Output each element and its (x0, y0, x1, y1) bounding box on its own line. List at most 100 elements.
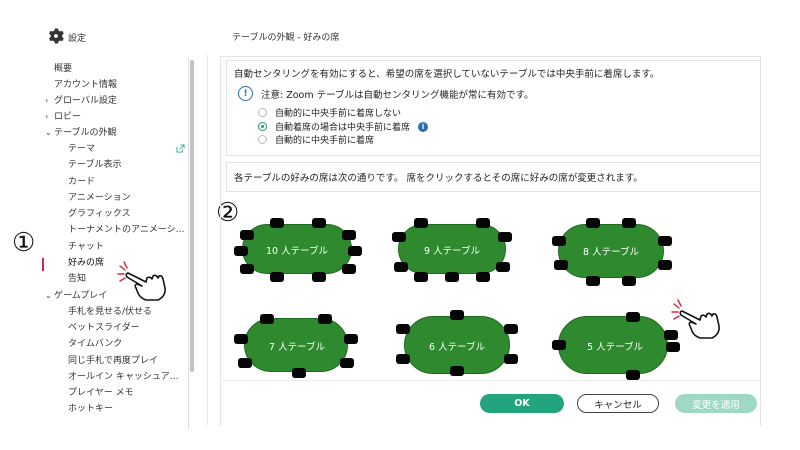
seat[interactable] (394, 262, 408, 272)
sidebar-item[interactable]: オールイン キャッシュア… (68, 371, 179, 383)
sidebar-item[interactable]: アニメーション (68, 192, 131, 204)
radio-label: 自動着席の場合は中央手前に着席 (275, 123, 411, 133)
seat[interactable] (234, 246, 248, 256)
table-label: 10 人テーブル (265, 246, 329, 257)
seat[interactable] (622, 218, 636, 228)
sidebar-item[interactable]: タイムバンク (68, 338, 122, 350)
seat[interactable] (626, 370, 640, 380)
main-scrollbar[interactable] (760, 56, 761, 426)
sidebar-item[interactable]: アカウント情報 (54, 79, 117, 91)
seat[interactable] (504, 354, 518, 364)
chevron-down-icon[interactable]: ⌄ (45, 290, 53, 302)
seat[interactable] (260, 314, 274, 324)
sidebar-item[interactable]: 告知 (68, 273, 86, 285)
sidebar-item[interactable]: テーマ (68, 143, 95, 155)
seat[interactable] (622, 276, 636, 286)
seat[interactable] (240, 264, 254, 274)
notice-text: 注意: Zoom テーブルは自動センタリング機能が常に有効です。 (261, 89, 534, 101)
sidebar-item[interactable]: テーブルの外観 (54, 127, 116, 139)
sidebar-item[interactable]: ロビー (54, 111, 81, 123)
seat[interactable] (270, 218, 284, 228)
seat[interactable] (342, 230, 356, 240)
seat[interactable] (344, 334, 358, 344)
seat[interactable] (238, 358, 252, 368)
seat[interactable] (504, 324, 518, 334)
sidebar-item[interactable]: プレイヤー メモ (68, 387, 134, 399)
seat[interactable] (586, 218, 600, 228)
table-9-seat[interactable]: 9 人テーブル (388, 216, 516, 282)
settings-label: 設定 (68, 34, 87, 44)
seat[interactable] (342, 264, 356, 274)
table-label: 8 人テーブル (583, 247, 639, 258)
seat[interactable] (552, 236, 566, 246)
seat[interactable] (312, 218, 326, 228)
seat[interactable] (450, 366, 464, 376)
seat[interactable] (658, 260, 672, 270)
sidebar-item[interactable]: テーブル表示 (68, 159, 121, 171)
chevron-right-icon[interactable]: › (45, 111, 53, 123)
seat[interactable] (340, 358, 354, 368)
radio-button[interactable] (258, 108, 267, 117)
sidebar-item[interactable]: ベットスライダー (68, 322, 140, 334)
seat[interactable] (445, 272, 459, 282)
sidebar-item[interactable]: 手札を見せる/伏せる (68, 306, 152, 318)
sidebar-item[interactable]: カード (68, 176, 95, 188)
sidebar-scrollbar-thumb[interactable] (190, 60, 194, 372)
sidebar-item[interactable]: ゲームプレイ (54, 290, 107, 302)
table-10-seat[interactable]: 10 人テーブル (234, 216, 362, 282)
radio-option-auto[interactable]: 自動着席の場合は中央手前に着席 i (258, 120, 429, 133)
seat[interactable] (476, 218, 490, 228)
table-8-seat[interactable]: 8 人テーブル (546, 214, 676, 288)
seat[interactable] (476, 272, 490, 282)
seat[interactable] (396, 354, 410, 364)
cancel-button[interactable]: キャンセル (577, 394, 659, 413)
sidebar-item[interactable]: 同じ手札で再度プレイ (68, 355, 158, 367)
seat[interactable] (396, 324, 410, 334)
info-icon[interactable]: i (418, 121, 429, 132)
seat[interactable] (496, 262, 510, 272)
sidebar-item[interactable]: 概要 (54, 63, 72, 75)
seat[interactable] (664, 330, 678, 340)
sidebar-item[interactable]: トーナメントのアニメーシ… (68, 224, 185, 236)
seat[interactable] (554, 260, 568, 270)
chevron-right-icon[interactable]: › (45, 95, 53, 107)
seat[interactable] (498, 232, 512, 242)
radio-button-selected[interactable] (258, 122, 267, 131)
seat[interactable] (240, 230, 254, 240)
radio-option-always[interactable]: 自動的に中央手前に着席 (258, 133, 374, 146)
sidebar-item[interactable]: グローバル設定 (54, 95, 117, 107)
seat[interactable] (270, 272, 284, 282)
radio-label: 自動的に中央手前に着席しない (275, 109, 402, 119)
table-5-seat[interactable]: 5 人テーブル (548, 308, 682, 382)
apply-changes-button[interactable]: 変更を適用 (675, 394, 757, 413)
settings-header: 設定 (48, 28, 86, 47)
gear-icon (48, 28, 64, 47)
seat[interactable] (450, 310, 464, 320)
seat[interactable] (292, 368, 306, 378)
seat[interactable] (312, 272, 326, 282)
seat[interactable] (666, 342, 680, 352)
chevron-down-icon[interactable]: ⌄ (45, 127, 53, 139)
seat[interactable] (658, 236, 672, 246)
seat[interactable] (586, 276, 600, 286)
seat[interactable] (414, 218, 428, 228)
table-6-seat[interactable]: 6 人テーブル (392, 308, 522, 380)
seat[interactable] (318, 314, 332, 324)
notice-row: ! 注意: Zoom テーブルは自動センタリング機能が常に有効です。 (238, 86, 534, 101)
radio-option-never[interactable]: 自動的に中央手前に着席しない (258, 106, 401, 119)
sidebar-item[interactable]: グラフィックス (68, 208, 131, 220)
table-7-seat[interactable]: 7 人テーブル (234, 310, 360, 380)
sidebar-item-active[interactable]: 好みの席 (68, 257, 104, 269)
main-left-border (220, 56, 221, 426)
seat[interactable] (234, 334, 248, 344)
seat[interactable] (414, 272, 428, 282)
sidebar-item[interactable]: ホットキー (68, 403, 113, 415)
seat[interactable] (552, 340, 566, 350)
sidebar-item[interactable]: チャット (68, 241, 104, 253)
seat[interactable] (626, 312, 640, 322)
external-link-icon[interactable] (176, 144, 185, 153)
seat[interactable] (348, 246, 362, 256)
ok-button[interactable]: OK (480, 394, 564, 413)
seat[interactable] (392, 232, 406, 242)
radio-button[interactable] (258, 135, 267, 144)
